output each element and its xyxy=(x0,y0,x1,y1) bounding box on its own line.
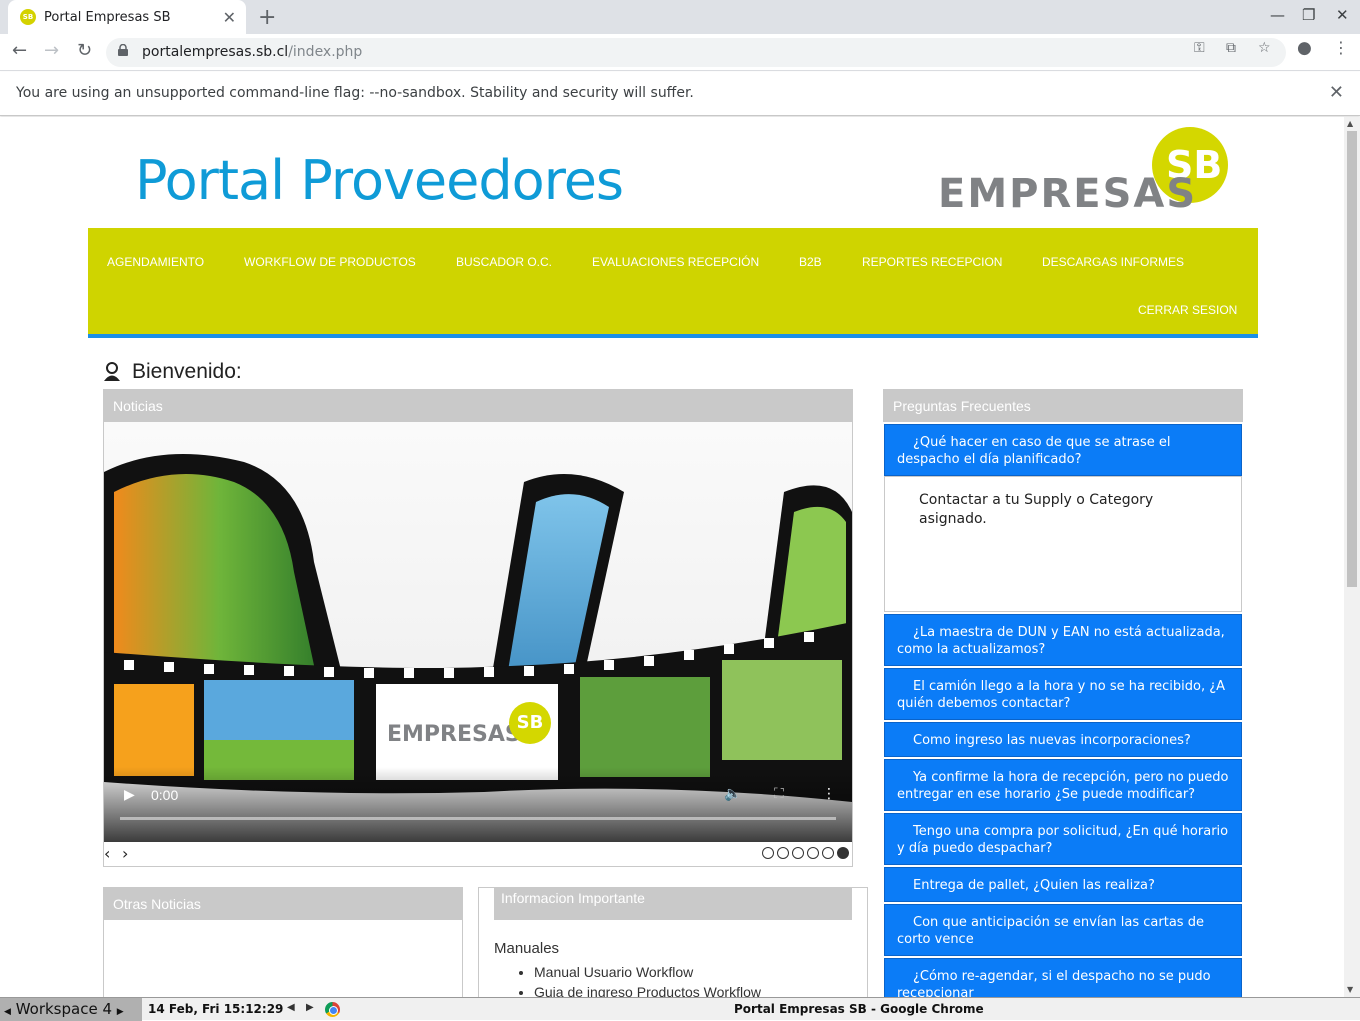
faq-item[interactable]: Tengo una compra por solicitud, ¿En qué … xyxy=(884,813,1242,865)
translate-icon[interactable]: ⧉ xyxy=(1226,40,1236,56)
faq-question: El camión llego a la hora y no se ha rec… xyxy=(897,679,1226,711)
video-logo-word: EMPRESAS xyxy=(387,722,521,747)
scrollbar-thumb[interactable] xyxy=(1347,131,1357,587)
infobar: You are using an unsupported command-lin… xyxy=(0,72,1360,116)
infobar-message: You are using an unsupported command-lin… xyxy=(16,85,694,101)
faq-question: Tengo una compra por solicitud, ¿En qué … xyxy=(897,824,1229,856)
slider-dot[interactable] xyxy=(822,847,834,859)
faq-item[interactable]: ¿Qué hacer en caso de que se atrase el d… xyxy=(884,424,1242,476)
video-logo-badge: SB xyxy=(509,702,551,744)
manuals-list: Manual Usuario Workflow Guia de ingreso … xyxy=(534,962,761,997)
workspace-prev-icon[interactable]: ◀ xyxy=(4,1007,11,1017)
manuals-title: Manuales xyxy=(494,940,560,957)
video-time: 0:00 xyxy=(151,787,179,803)
tab-strip: SB Portal Empresas SB ✕ + — ❐ ✕ xyxy=(0,0,1360,34)
profile-icon[interactable]: ● xyxy=(1297,38,1312,58)
url-text: portalempresas.sb.cl/index.php xyxy=(142,44,363,60)
slider-dot-active[interactable] xyxy=(837,847,849,859)
taskbar-clock: 14 Feb, Fri 15:12:29 xyxy=(148,1002,284,1016)
menu-agendamiento[interactable]: AGENDAMIENTO xyxy=(107,255,204,269)
page-scrollbar[interactable]: ▲ ▼ xyxy=(1344,117,1360,997)
faq-answer: Contactar a tu Supply o Category asignad… xyxy=(884,476,1242,612)
main-menu: AGENDAMIENTO WORKFLOW DE PRODUCTOS BUSCA… xyxy=(88,228,1258,338)
workspace-label: Workspace 4 xyxy=(15,1000,113,1018)
slider-next-icon[interactable]: › xyxy=(122,844,128,863)
video-controls: ▶ 0:00 🔈 ⛶ ⋮ xyxy=(104,767,852,842)
company-logo: SB EMPRESAS xyxy=(938,127,1230,219)
scroll-down-icon[interactable]: ▼ xyxy=(1347,985,1353,994)
minimize-icon[interactable]: — xyxy=(1270,6,1285,24)
faq-question: ¿Cómo re-agendar, si el despacho no se p… xyxy=(897,969,1211,997)
faq-header: Preguntas Frecuentes xyxy=(883,389,1243,422)
browser-toolbar: ← → ↻ portalempresas.sb.cl/index.php ⚿ ⧉… xyxy=(0,34,1360,71)
menu-workflow-productos[interactable]: WORKFLOW DE PRODUCTOS xyxy=(244,255,416,269)
important-info-header: Informacion Importante xyxy=(494,887,852,920)
browser-tab[interactable]: SB Portal Empresas SB ✕ xyxy=(8,0,246,34)
slider-dot[interactable] xyxy=(762,847,774,859)
slider-dot[interactable] xyxy=(807,847,819,859)
menu-b2b[interactable]: B2B xyxy=(799,255,822,269)
faq-item[interactable]: Ya confirme la hora de recepción, pero n… xyxy=(884,759,1242,811)
faq-item[interactable]: Con que anticipación se envían las carta… xyxy=(884,904,1242,956)
taskbar-next-icon[interactable]: ▶ xyxy=(306,1002,314,1013)
logo-word: EMPRESAS xyxy=(938,171,1198,217)
fullscreen-icon[interactable]: ⛶ xyxy=(774,786,784,802)
new-tab-icon[interactable]: + xyxy=(258,5,276,30)
scroll-up-icon[interactable]: ▲ xyxy=(1347,119,1353,128)
faq-question: Como ingreso las nuevas incorporaciones? xyxy=(913,733,1191,748)
page-title: Portal Proveedores xyxy=(135,149,624,212)
page-viewport: Portal Proveedores SB EMPRESAS AGENDAMIE… xyxy=(0,117,1344,997)
faq-question: Entrega de pallet, ¿Quien las realiza? xyxy=(913,878,1155,893)
taskbar-window-title[interactable]: Portal Empresas SB - Google Chrome xyxy=(734,1002,984,1016)
faq-question: Con que anticipación se envían las carta… xyxy=(897,915,1204,947)
slider-dots xyxy=(762,847,849,859)
workspace-next-icon[interactable]: ▶ xyxy=(117,1007,124,1017)
lock-icon xyxy=(118,44,128,56)
workspace-switcher[interactable]: ◀ Workspace 4 ▶ xyxy=(0,998,142,1021)
restore-icon[interactable]: ❐ xyxy=(1302,6,1315,24)
manual-link[interactable]: Guia de ingreso Productos Workflow xyxy=(534,982,761,997)
tab-close-icon[interactable]: ✕ xyxy=(223,8,236,27)
favicon-icon: SB xyxy=(20,9,36,25)
manual-link[interactable]: Manual Usuario Workflow xyxy=(534,962,761,982)
key-icon[interactable]: ⚿ xyxy=(1194,40,1205,56)
faq-item[interactable]: El camión llego a la hora y no se ha rec… xyxy=(884,668,1242,720)
other-news-header: Otras Noticias xyxy=(103,887,463,920)
faq-item[interactable]: Entrega de pallet, ¿Quien las realiza? xyxy=(884,867,1242,902)
welcome-heading: Bienvenido: xyxy=(132,360,242,383)
menu-descargas-informes[interactable]: DESCARGAS INFORMES xyxy=(1042,255,1184,269)
faq-item[interactable]: ¿Cómo re-agendar, si el despacho no se p… xyxy=(884,958,1242,997)
forward-icon[interactable]: → xyxy=(44,40,59,61)
volume-icon[interactable]: 🔈 xyxy=(724,786,741,802)
window-close-icon[interactable]: ✕ xyxy=(1336,6,1349,24)
chrome-icon xyxy=(325,1002,340,1017)
back-icon[interactable]: ← xyxy=(12,40,27,61)
slider-dot[interactable] xyxy=(792,847,804,859)
faq-item[interactable]: ¿La maestra de DUN y EAN no está actuali… xyxy=(884,614,1242,666)
reload-icon[interactable]: ↻ xyxy=(77,40,92,61)
user-icon xyxy=(104,362,120,381)
infobar-close-icon[interactable]: ✕ xyxy=(1329,82,1344,103)
menu-kebab-icon[interactable]: ⋮ xyxy=(1333,38,1349,57)
menu-evaluaciones-recepcion[interactable]: EVALUACIONES RECEPCIÓN xyxy=(592,255,759,269)
faq-question: Ya confirme la hora de recepción, pero n… xyxy=(897,770,1229,802)
menu-buscador-oc[interactable]: BUSCADOR O.C. xyxy=(456,255,552,269)
faq-item[interactable]: Como ingreso las nuevas incorporaciones? xyxy=(884,722,1242,757)
video-progress-track[interactable] xyxy=(120,817,836,820)
menu-cerrar-sesion[interactable]: CERRAR SESION xyxy=(1138,303,1237,317)
address-bar[interactable]: portalempresas.sb.cl/index.php xyxy=(106,38,1286,67)
taskbar-prev-icon[interactable]: ◀ xyxy=(287,1002,295,1013)
taskbar: ◀ Workspace 4 ▶ 14 Feb, Fri 15:12:29 ◀ ▶… xyxy=(0,997,1360,1021)
bookmark-star-icon[interactable]: ☆ xyxy=(1258,40,1271,56)
slider-prev-icon[interactable]: ‹ xyxy=(104,844,110,863)
video-options-icon[interactable]: ⋮ xyxy=(822,786,836,802)
play-icon[interactable]: ▶ xyxy=(124,787,135,803)
menu-reportes-recepcion[interactable]: REPORTES RECEPCION xyxy=(862,255,1002,269)
faq-question: ¿Qué hacer en caso de que se atrase el d… xyxy=(897,435,1171,467)
tab-title: Portal Empresas SB xyxy=(44,9,171,25)
news-header: Noticias xyxy=(103,389,853,422)
slider-dot[interactable] xyxy=(777,847,789,859)
faq-question: ¿La maestra de DUN y EAN no está actuali… xyxy=(897,625,1225,657)
